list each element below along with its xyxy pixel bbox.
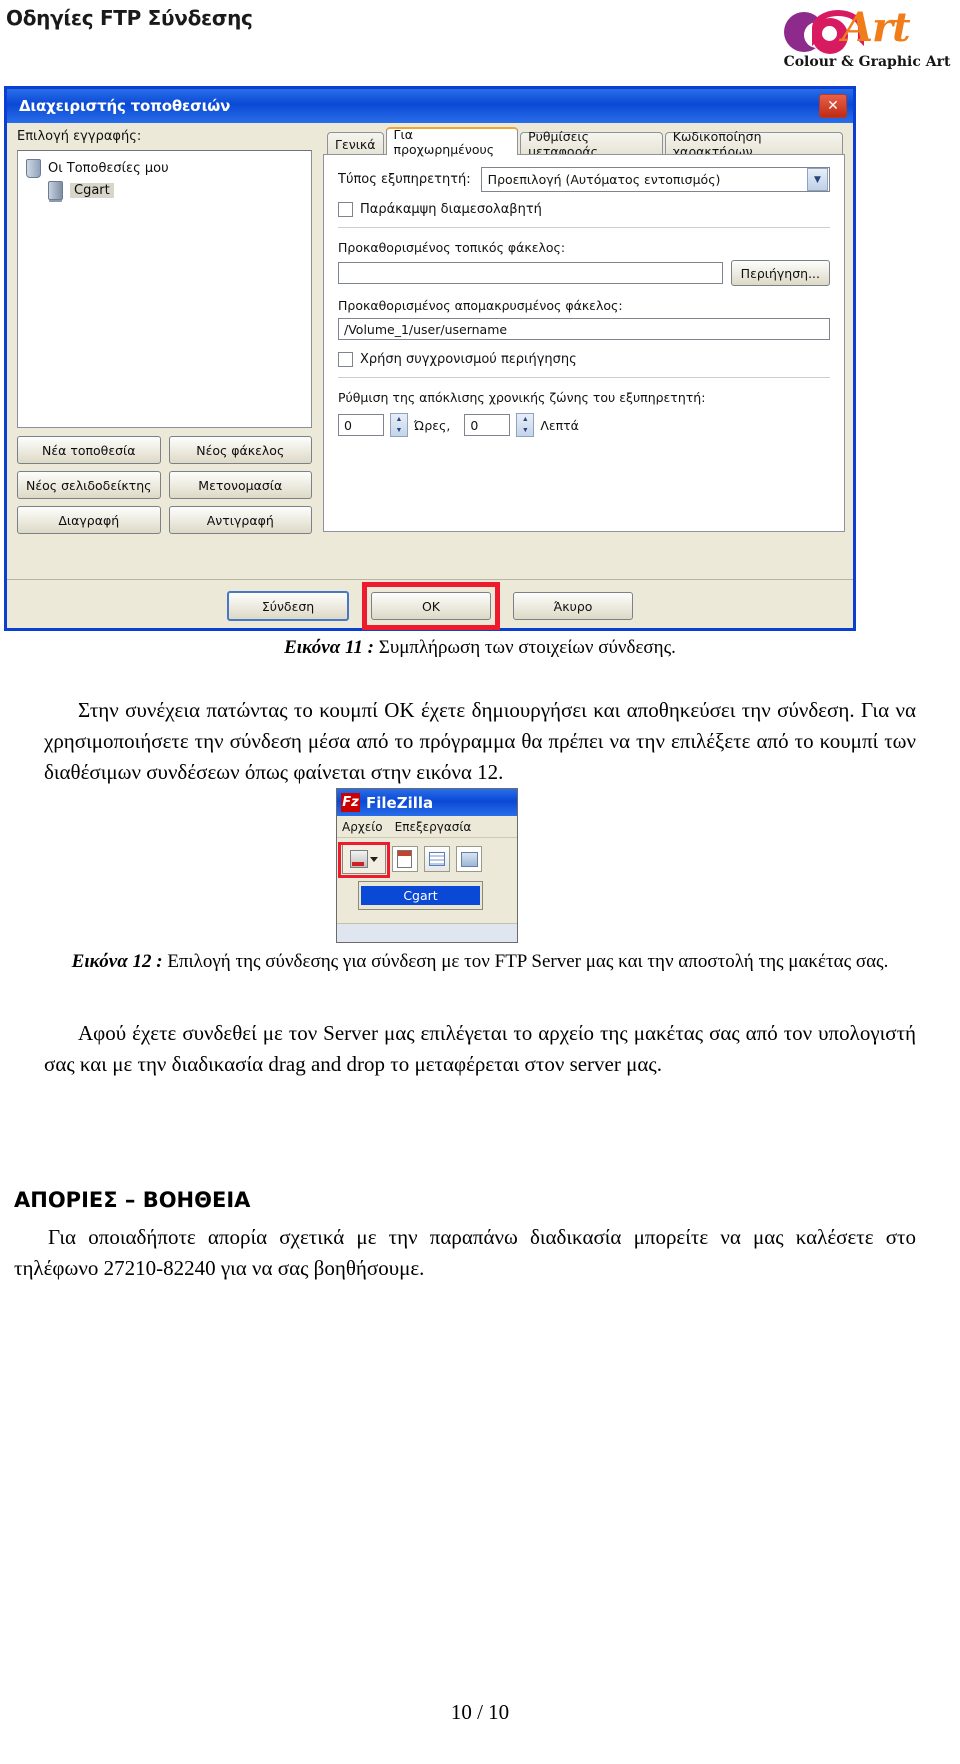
entry-selection-pane: Επιλογή εγγραφής: Οι Τοποθεσίες μου Cgar… — [17, 129, 312, 534]
timezone-offset-label: Ρύθμιση της απόκλισης χρονικής ζώνης του… — [338, 390, 706, 405]
filezilla-logo-icon: Fz — [341, 793, 360, 812]
menu-item-edit[interactable]: Επεξεργασία — [395, 820, 472, 834]
tree-item-label: Οι Τοποθεσίες μου — [48, 160, 169, 176]
minutes-stepper[interactable]: ▲ ▼ — [516, 413, 535, 437]
document-header: Οδηγίες FTP Σύνδεσης Art Colour & Graphi… — [0, 0, 960, 88]
cancel-button[interactable]: Άκυρο — [513, 592, 633, 620]
tab-advanced[interactable]: Για προχωρημένους — [385, 127, 519, 157]
site-dropdown-menu[interactable]: Cgart — [358, 881, 483, 910]
delete-button[interactable]: Διαγραφή — [17, 506, 161, 534]
new-folder-button[interactable]: Νέος φάκελος — [168, 436, 312, 464]
hours-stepper[interactable]: ▲ ▼ — [390, 413, 408, 437]
page-number: 10 / 10 — [450, 1700, 510, 1724]
minutes-input[interactable]: 0 — [464, 414, 511, 436]
figure-11-number: Εικόνα 11 : — [284, 637, 379, 658]
server-icon — [48, 180, 63, 200]
directory-tree-icon[interactable] — [456, 846, 482, 872]
page-title: Οδηγίες FTP Σύνδεσης — [6, 6, 253, 30]
help-section-heading: ΑΠΟΡΙΕΣ – ΒΟΗΘΕΙΑ — [14, 1188, 251, 1212]
filezilla-window: Fz FileZilla Αρχείο Επεξεργασία Cgart — [336, 788, 518, 943]
figure-11-text: Συμπλήρωση των στοιχείων σύνδεσης. — [378, 637, 676, 658]
local-dir-label: Προκαθορισμένος τοπικός φάκελος: — [338, 240, 566, 255]
divider — [338, 227, 830, 228]
filezilla-content-area — [337, 923, 517, 942]
tab-transfer[interactable]: Ρυθμίσεις μεταφοράς — [520, 129, 663, 159]
ok-button-wrapper: OK — [362, 582, 500, 630]
figure-12-caption: Εικόνα 12 : Επιλογή της σύνδεσης για σύν… — [8, 948, 952, 975]
remote-dir-label: Προκαθορισμένος απομακρυσμένος φάκελος: — [338, 298, 623, 313]
server-type-label: Τύπος εξυπηρετητή: — [338, 172, 471, 187]
new-site-button[interactable]: Νέα τοποθεσία — [17, 436, 161, 464]
filezilla-title-bar: Fz FileZilla — [337, 789, 517, 816]
hours-unit-label: Ώρες, — [414, 417, 451, 433]
sync-browse-checkbox[interactable] — [338, 352, 353, 367]
duplicate-button[interactable]: Αντιγραφή — [168, 506, 312, 534]
dialog-footer: Σύνδεση OK Άκυρο — [7, 579, 853, 632]
remote-dir-input[interactable]: /Volume_1/user/username — [338, 318, 830, 340]
entry-selection-label: Επιλογή εγγραφής: — [17, 129, 142, 144]
site-manager-dialog: Διαχειριστής τοποθεσιών ✕ Επιλογή εγγραφ… — [4, 86, 856, 631]
menu-item-file[interactable]: Αρχείο — [342, 820, 383, 834]
filezilla-toolbar — [337, 838, 517, 880]
logo-tagline: Colour & Graphic Art — [783, 54, 951, 70]
new-tab-icon[interactable] — [392, 846, 418, 872]
tab-bar: Γενικά Για προχωρημένους Ρυθμίσεις μεταφ… — [323, 127, 845, 159]
bypass-proxy-label: Παράκαμψη διαμεσολαβητή — [360, 202, 542, 217]
tree-item-cgart[interactable]: Cgart — [22, 179, 307, 201]
logo-mark-icon: Art — [782, 6, 911, 54]
bypass-proxy-checkbox[interactable] — [338, 202, 353, 217]
close-icon[interactable]: ✕ — [819, 94, 847, 118]
dialog-title: Διαχειριστής τοποθεσιών — [19, 97, 231, 115]
tree-item-label: Cgart — [70, 182, 114, 198]
site-tree-buttons: Νέα τοποθεσία Νέος φάκελος Νέος σελιδοδε… — [17, 436, 312, 534]
site-tree[interactable]: Οι Τοποθεσίες μου Cgart — [17, 150, 312, 428]
tree-item-my-sites[interactable]: Οι Τοποθεσίες μου — [22, 157, 307, 179]
filezilla-menu-bar: Αρχείο Επεξεργασία — [337, 816, 517, 838]
site-manager-highlight-annotation — [338, 842, 390, 878]
folder-icon — [26, 158, 41, 178]
dropdown-item-cgart[interactable]: Cgart — [361, 886, 480, 905]
sync-browse-label: Χρήση συγχρονισμού περιήγησης — [360, 352, 577, 367]
new-bookmark-button[interactable]: Νέος σελιδοδείκτης — [17, 471, 161, 499]
tab-charset[interactable]: Κωδικοποίηση χαρακτήρων — [664, 129, 843, 159]
local-dir-input[interactable] — [338, 262, 723, 284]
message-log-icon[interactable] — [424, 846, 450, 872]
company-logo: Art Colour & Graphic Art — [782, 6, 952, 78]
server-type-select[interactable]: Προεπιλογή (Αυτόματος εντοπισμός) ▼ — [480, 167, 830, 192]
tab-general[interactable]: Γενικά — [327, 132, 384, 155]
help-section-paragraph: Για οποιαδήποτε απορία σχετικά με την πα… — [14, 1225, 916, 1280]
advanced-tab-panel: Τύπος εξυπηρετητή: Προεπιλογή (Αυτόματος… — [323, 154, 845, 532]
sync-browse-row[interactable]: Χρήση συγχρονισμού περιήγησης — [338, 352, 830, 367]
ok-highlight-annotation — [362, 582, 500, 630]
minutes-unit-label: Λεπτά — [540, 417, 579, 433]
paragraph-after-figure-11: Στην συνέχεια πατώντας το κουμπί OK έχετ… — [44, 698, 916, 784]
figure-11-caption: Εικόνα 11 : Συμπλήρωση των στοιχείων σύν… — [0, 637, 960, 659]
bypass-proxy-row[interactable]: Παράκαμψη διαμεσολαβητή — [338, 202, 830, 217]
browse-button[interactable]: Περιήγηση... — [730, 260, 830, 286]
dialog-title-bar: Διαχειριστής τοποθεσιών ✕ — [7, 89, 853, 123]
figure-12-text: Επιλογή της σύνδεσης για σύνδεση με τον … — [167, 951, 889, 972]
hours-input[interactable]: 0 — [338, 414, 384, 436]
figure-12-number: Εικόνα 12 : — [71, 951, 168, 972]
logo-word: Art — [842, 4, 911, 51]
divider — [338, 377, 830, 378]
connect-button[interactable]: Σύνδεση — [227, 591, 349, 621]
server-type-value: Προεπιλογή (Αυτόματος εντοπισμός) — [487, 172, 721, 187]
rename-button[interactable]: Μετονομασία — [168, 471, 312, 499]
timezone-offset-row: 0 ▲ ▼ Ώρες, 0 ▲ ▼ Λεπτά — [338, 413, 830, 437]
settings-pane: Γενικά Για προχωρημένους Ρυθμίσεις μεταφ… — [323, 127, 845, 532]
chevron-down-icon[interactable]: ▼ — [807, 168, 828, 191]
paragraph-after-figure-12: Αφού έχετε συνδεθεί με τον Server μας επ… — [44, 1021, 916, 1076]
filezilla-title: FileZilla — [366, 793, 434, 812]
